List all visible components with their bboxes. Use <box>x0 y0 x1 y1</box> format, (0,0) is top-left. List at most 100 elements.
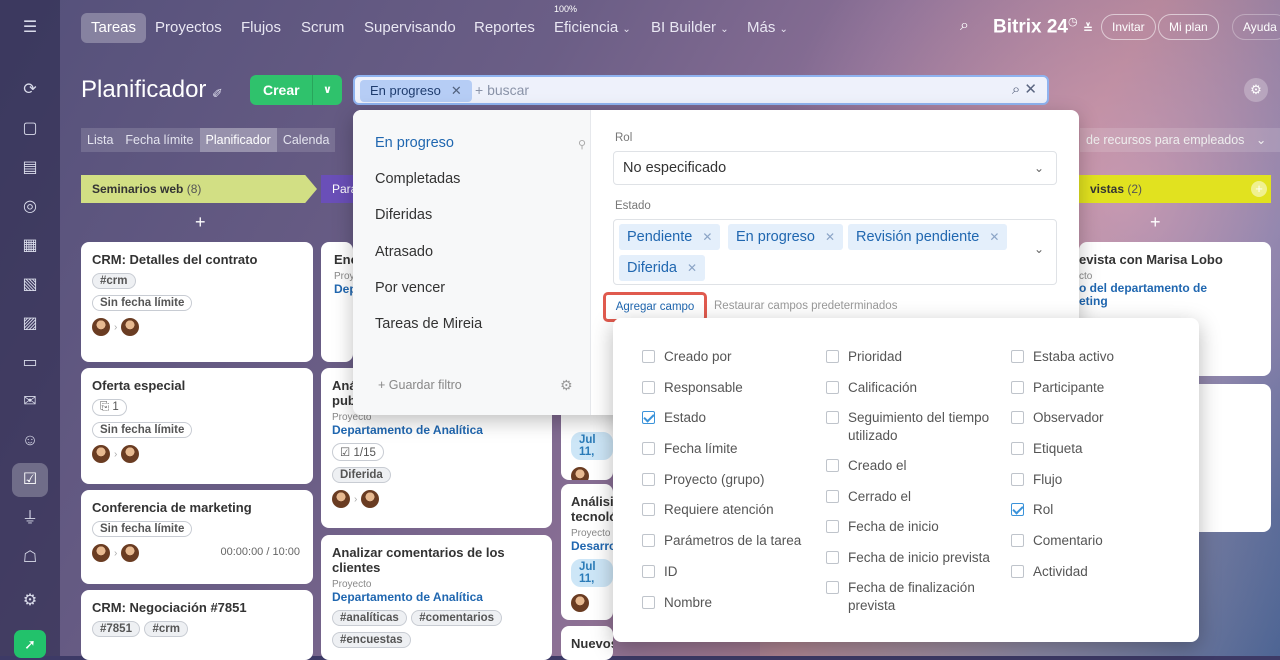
avatar[interactable] <box>121 544 140 562</box>
task-card[interactable]: Análisis tecnoló Proyecto Desarro Jul 11… <box>561 484 613 620</box>
tab-supervisando[interactable]: Supervisando <box>354 13 466 43</box>
avatar[interactable] <box>361 490 380 508</box>
menu-icon[interactable]: ☰ <box>19 17 41 39</box>
field-option[interactable]: Seguimiento del tiempo utilizado <box>826 409 1002 445</box>
tab-scrum[interactable]: Scrum <box>291 13 354 43</box>
field-option[interactable]: Cerrado el <box>826 488 911 506</box>
deadline-chip[interactable]: Sin fecha límite <box>92 295 193 311</box>
calendar-icon[interactable]: ▦ <box>19 235 41 257</box>
drive-icon[interactable]: ▧ <box>19 274 41 296</box>
checkbox[interactable] <box>1011 350 1024 363</box>
avatar[interactable] <box>92 445 110 463</box>
project-link[interactable]: o del departamento de eting <box>1079 282 1261 308</box>
status-tag[interactable]: Revisión pendiente ✕ <box>848 224 1008 250</box>
field-option[interactable]: Fecha límite <box>642 440 738 458</box>
rocket-icon[interactable]: ➚ <box>14 630 46 658</box>
task-card[interactable]: Enc Proy Dep <box>321 242 353 362</box>
tab-calendario[interactable]: Calenda <box>276 128 336 152</box>
status-tag[interactable]: En progreso ✕ <box>728 224 844 250</box>
field-option[interactable]: Requiere atención <box>642 501 774 519</box>
field-option[interactable]: Comentario <box>1011 532 1103 550</box>
date-chip[interactable]: Jul 11, <box>571 432 613 460</box>
tab-proyectos[interactable]: Proyectos <box>145 13 232 43</box>
field-option[interactable]: Participante <box>1011 379 1104 397</box>
close-icon[interactable]: ✕ <box>702 230 712 244</box>
settings-icon[interactable]: ⚙ <box>19 590 41 612</box>
checkbox[interactable] <box>642 565 655 578</box>
field-option[interactable]: Fecha de inicio <box>826 518 939 536</box>
checkbox[interactable] <box>642 596 655 609</box>
task-card[interactable]: Nuevos landings <box>561 626 613 660</box>
field-option[interactable]: Observador <box>1011 409 1104 427</box>
feed-icon[interactable]: ⟳ <box>19 79 41 101</box>
tab-flujos[interactable]: Flujos <box>231 13 291 43</box>
search-input[interactable]: + buscar <box>475 82 529 98</box>
tab-planificador[interactable]: Planificador <box>199 128 277 152</box>
task-card[interactable]: Oferta especial ⎘ 1 Sin fecha límite › <box>81 368 313 484</box>
clear-icon[interactable]: ✕ <box>1024 81 1037 98</box>
avatar[interactable] <box>571 594 589 612</box>
board-icon[interactable]: ▨ <box>19 313 41 335</box>
avatar[interactable] <box>92 318 110 336</box>
checkbox[interactable] <box>826 490 839 503</box>
checkbox[interactable] <box>826 411 839 424</box>
card-icon[interactable]: ▭ <box>19 352 41 374</box>
tasks-icon[interactable]: ☑ <box>19 469 41 491</box>
tab-mas[interactable]: Más ⌄ <box>737 13 798 43</box>
avatar[interactable] <box>92 544 110 562</box>
crm-icon[interactable]: ◎ <box>19 196 41 218</box>
funnel-icon[interactable]: ⏚ <box>19 508 41 530</box>
column-header[interactable]: Seminarios web (8) <box>81 175 317 203</box>
checklist-chip[interactable]: ☑ 1/15 <box>332 443 384 461</box>
preset-tareas-mireia[interactable]: Tareas de Mireia <box>375 316 482 332</box>
preset-en-progreso[interactable]: En progreso <box>375 135 454 151</box>
status-tag[interactable]: Diferida ✕ <box>619 255 706 281</box>
date-chip[interactable]: Jul 11, <box>571 559 613 587</box>
close-icon[interactable]: ✕ <box>451 83 462 98</box>
task-card[interactable]: Analizar comentarios de los clientes Pro… <box>321 535 552 660</box>
robot-icon[interactable]: ☖ <box>19 547 41 569</box>
close-icon[interactable]: ✕ <box>825 230 835 244</box>
tab-lista[interactable]: Lista <box>81 128 120 152</box>
field-option[interactable]: Nombre <box>642 594 712 612</box>
tag-chip[interactable]: #encuestas <box>332 632 411 648</box>
tag-chip[interactable]: #crm <box>92 273 136 289</box>
column-header[interactable]: vistas (2) + <box>1079 175 1271 203</box>
deadline-chip[interactable]: Sin fecha límite <box>92 521 193 537</box>
checkbox[interactable] <box>642 442 655 455</box>
help-button[interactable]: Ayuda <box>1232 14 1280 40</box>
add-task-icon[interactable]: + <box>195 212 206 233</box>
preset-diferidas[interactable]: Diferidas <box>375 207 432 223</box>
checkbox[interactable] <box>1011 442 1024 455</box>
pin-icon[interactable]: ✐ <box>212 86 223 102</box>
search-icon[interactable]: ⌕ <box>960 17 969 35</box>
tag-chip[interactable]: #7851 <box>92 621 140 637</box>
tab-eficiencia[interactable]: 100% Eficiencia ⌄ <box>544 4 641 43</box>
task-card[interactable]: CRM: Negociación #7851 #7851 #crm <box>81 590 313 660</box>
field-option[interactable]: Flujo <box>1011 471 1062 489</box>
avatar[interactable] <box>121 318 140 336</box>
files-chip[interactable]: ⎘ 1 <box>92 399 127 416</box>
checkbox[interactable] <box>826 551 839 564</box>
field-option[interactable]: Fecha de inicio prevista <box>826 549 990 567</box>
tag-chip[interactable]: #crm <box>144 621 188 637</box>
tab-fecha-limite[interactable]: Fecha límite <box>119 128 200 152</box>
preset-completadas[interactable]: Completadas <box>375 171 460 187</box>
checkbox[interactable] <box>642 473 655 486</box>
checkbox[interactable] <box>642 350 655 363</box>
chevron-down-icon[interactable]: ⌄ <box>1034 242 1044 256</box>
tab-tareas[interactable]: Tareas <box>81 13 147 43</box>
status-chip[interactable]: Diferida <box>332 467 391 483</box>
close-icon[interactable]: ✕ <box>687 261 697 275</box>
time-tracker[interactable]: 00:00:00 / 10:00 <box>220 546 300 558</box>
avatar[interactable] <box>121 445 140 463</box>
save-filter-button[interactable]: + Guardar filtro <box>378 378 462 392</box>
chevron-down-icon[interactable]: ∨ <box>312 75 342 105</box>
checkbox[interactable] <box>1011 411 1024 424</box>
avatar[interactable] <box>571 467 589 480</box>
project-link[interactable]: Dep <box>334 282 353 296</box>
avatar[interactable] <box>332 490 350 508</box>
invite-button[interactable]: Invitar <box>1101 14 1156 40</box>
field-option[interactable]: Rol <box>1011 501 1053 519</box>
preset-atrasado[interactable]: Atrasado <box>375 244 433 260</box>
